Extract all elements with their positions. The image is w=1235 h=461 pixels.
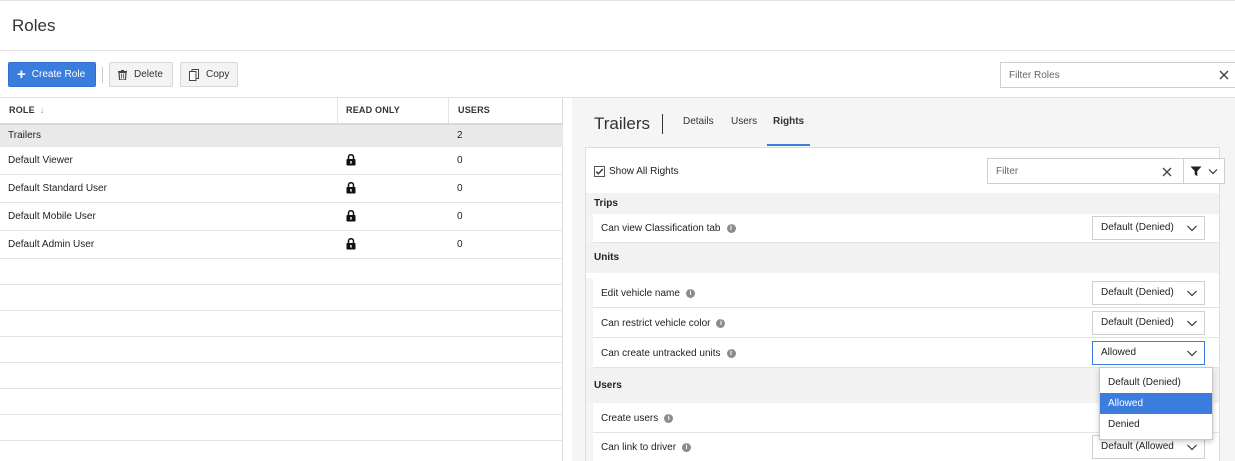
info-icon[interactable]: i [726, 349, 736, 358]
role-name-cell: Default Viewer [8, 155, 73, 166]
right-label: Create users [601, 413, 659, 424]
info-icon[interactable]: i [664, 414, 674, 423]
empty-row [0, 285, 563, 311]
role-name-cell: Trailers [8, 130, 41, 141]
chevron-down-icon [1187, 290, 1197, 297]
right-label: Can view Classification tab [601, 223, 721, 234]
create-role-label: Create Role [31, 69, 86, 80]
empty-row [0, 441, 563, 461]
right-label: Can create untracked units [601, 348, 721, 359]
right-row: Edit vehicle name i Default (Denied) [586, 278, 1219, 308]
tab-users[interactable]: Users [731, 116, 757, 127]
lock-icon [346, 154, 356, 166]
users-count-cell: 2 [457, 130, 463, 141]
delete-label: Delete [134, 69, 163, 80]
dropdown-option-denied[interactable]: Denied [1100, 414, 1212, 435]
permission-dropdown-menu: Default (Denied) Allowed Denied [1099, 367, 1213, 440]
clear-icon[interactable] [1217, 68, 1231, 82]
column-header-role[interactable]: ROLE ↓ [0, 98, 338, 123]
empty-row [0, 363, 563, 389]
column-header-read-only[interactable]: READ ONLY [338, 98, 449, 123]
role-name-cell: Default Admin User [8, 239, 95, 250]
lock-icon [346, 238, 356, 250]
info-icon[interactable]: i [716, 319, 726, 328]
filter-options-button[interactable] [1183, 158, 1225, 184]
toolbar-divider [102, 67, 103, 83]
show-all-rights-checkbox[interactable] [594, 166, 605, 177]
right-label: Edit vehicle name [601, 288, 680, 299]
role-detail-title: Trailers [594, 114, 651, 133]
users-count-cell: 0 [457, 239, 463, 250]
title-divider [662, 114, 663, 134]
dropdown-option-default-denied[interactable]: Default (Denied) [1100, 372, 1212, 393]
trash-icon [118, 69, 127, 80]
right-permission-select[interactable]: Default (Denied) [1092, 216, 1205, 240]
rights-filter-input[interactable] [988, 159, 1158, 183]
create-role-button[interactable]: + Create Role [8, 62, 96, 87]
empty-row [0, 259, 563, 285]
column-header-users[interactable]: USERS [449, 98, 562, 123]
clear-icon[interactable] [1161, 166, 1173, 178]
users-count-cell: 0 [457, 183, 463, 194]
section-header-units: Units [586, 243, 1219, 273]
tab-details[interactable]: Details [683, 116, 714, 127]
sort-arrow-icon: ↓ [39, 105, 45, 115]
users-count-cell: 0 [457, 155, 463, 166]
page-header: Roles [0, 0, 1235, 51]
empty-row [0, 389, 563, 415]
table-header: ROLE ↓ READ ONLY USERS [0, 98, 563, 125]
chevron-down-icon [1187, 225, 1197, 232]
users-count-cell: 0 [457, 211, 463, 222]
table-row[interactable]: Default Admin User 0 [0, 231, 563, 259]
right-label: Can restrict vehicle color [601, 318, 711, 329]
delete-button[interactable]: Delete [109, 62, 173, 87]
section-header-trips: Trips [586, 193, 1219, 214]
check-icon [595, 168, 604, 175]
table-row[interactable]: Default Viewer 0 [0, 147, 563, 175]
role-name-cell: Default Mobile User [8, 211, 96, 222]
table-row[interactable]: Default Standard User 0 [0, 175, 563, 203]
right-label: Can link to driver [601, 442, 677, 453]
right-permission-select[interactable]: Default (Denied) [1092, 311, 1205, 335]
lock-icon [346, 210, 356, 222]
funnel-icon [1190, 166, 1202, 176]
lock-icon [346, 182, 356, 194]
chevron-down-icon [1208, 168, 1218, 174]
show-all-rights-label: Show All Rights [609, 166, 679, 177]
right-row: Can view Classification tab i Default (De… [586, 214, 1219, 243]
dropdown-option-allowed[interactable]: Allowed [1100, 393, 1212, 414]
page-title: Roles [12, 16, 56, 35]
table-row[interactable]: Default Mobile User 0 [0, 203, 563, 231]
right-row: Can create untracked units i Allowed [586, 338, 1219, 368]
filter-roles-input[interactable] [1001, 69, 1211, 81]
empty-row [0, 337, 563, 363]
role-name-cell: Default Standard User [8, 183, 107, 194]
empty-row [0, 311, 563, 337]
copy-icon [189, 68, 199, 81]
plus-icon: + [17, 66, 26, 83]
chevron-down-icon [1187, 444, 1197, 451]
right-permission-select-open[interactable]: Allowed [1092, 341, 1205, 365]
info-icon[interactable]: i [685, 289, 695, 298]
info-icon[interactable]: i [682, 443, 692, 452]
rights-toolbar: Show All Rights [586, 148, 1225, 193]
right-row: Can restrict vehicle color i Default (Den… [586, 308, 1219, 338]
right-permission-select[interactable]: Default (Denied) [1092, 281, 1205, 305]
info-icon[interactable]: i [726, 224, 736, 233]
empty-row [0, 415, 563, 441]
active-tab-indicator [767, 144, 810, 146]
filter-roles-field[interactable] [1000, 62, 1235, 88]
copy-label: Copy [206, 69, 230, 80]
chevron-down-icon [1187, 320, 1197, 327]
toolbar: + Create Role Delete Copy [0, 51, 1235, 98]
table-row[interactable]: Trailers 2 [0, 125, 563, 147]
roles-table: ROLE ↓ READ ONLY USERS Trailers 2 Default V… [0, 98, 563, 461]
copy-button[interactable]: Copy [180, 62, 238, 87]
tab-rights[interactable]: Rights [773, 116, 804, 127]
chevron-down-icon [1187, 350, 1197, 357]
rights-filter-field[interactable] [987, 158, 1184, 184]
